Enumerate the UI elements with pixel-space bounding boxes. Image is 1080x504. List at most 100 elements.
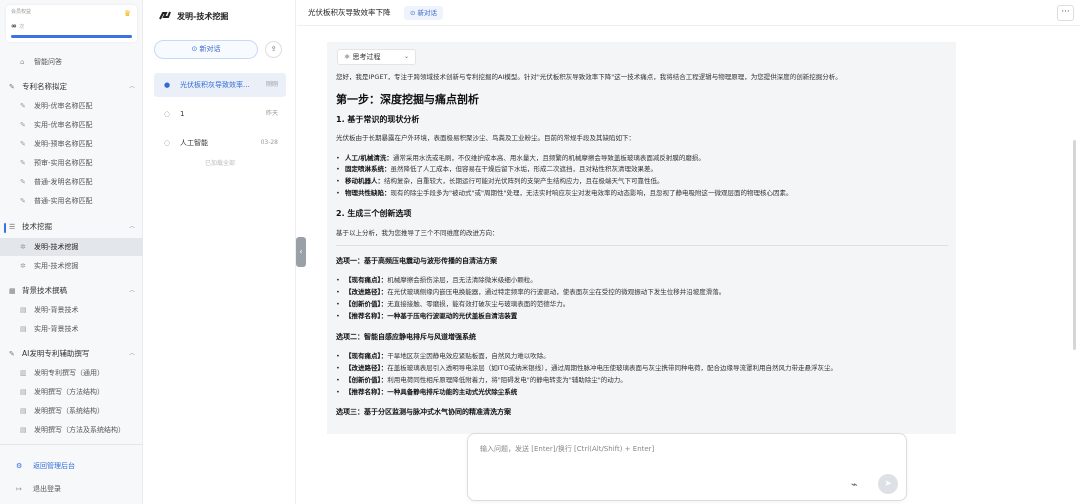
loaded-all-text: 已加载全部 [204,160,235,167]
bullet-item: 【现有痛点】：干旱地区灰尘因静电效应紧贴板面，自然风力难以吹除。 [336,351,550,361]
new-conversation-button[interactable]: ⊙ 新对话 [154,40,258,59]
pen-icon: ✎ [20,121,26,129]
option-heading: 选项二：智能自感应静电排斥与风道增强系统 [336,333,476,341]
sidebar-item-smart-qa[interactable]: ⌂ 智能问答 [0,53,143,71]
plus-icon: ⊙ [410,9,416,17]
sidebar-item-naming-5[interactable]: ✎ 普通-发明名称匹配 [0,173,143,191]
sparkle-icon: ✲ [20,262,26,270]
logout-icon: ↦ [16,485,22,493]
logout-link[interactable]: ↦ 退出登录 [0,480,143,498]
chevron-up-icon: ︿ [128,83,135,90]
grid-icon: ▦ [9,287,16,295]
sidebar-group-background[interactable]: ▦ 背景技术撰稿 ︿ [0,282,143,300]
chevron-down-icon: ⌄ [403,53,409,60]
sidebar-item-naming-6[interactable]: ✎ 普通-实用名称匹配 [0,192,143,210]
sidebar-divider [0,444,143,445]
chat-icon: ⊙ [191,45,198,53]
sidebar-group-naming[interactable]: ✎ 专利名称拟定 ︿ [0,78,143,96]
sidebar-item-naming-1[interactable]: ✎ 发明-优审名称匹配 [0,97,143,115]
crown-icon: ♛ [123,9,131,18]
send-icon: ➤ [884,479,892,489]
section-heading: 1. 基于常识的现状分析 [336,115,420,124]
bullet-item: 【推荐名称】：一种具备静电排斥功能的主动式光伏除尘系统 [336,387,517,397]
conversation-item[interactable]: ● 光伏板积灰导致效率... 刚刚 [154,73,286,97]
document-icon: ▤ [20,388,27,396]
bullet-item: 物理共性缺陷：现有的除尘手段多为"被动式"或"周期性"处理，无法实时响应灰尘对发… [336,188,792,198]
conversation-item[interactable]: ◌ 人工智能 03-28 [154,131,286,155]
sidebar-group-ai-writing[interactable]: ✎ AI发明专利辅助撰写 ︿ [0,345,143,363]
sidebar-item-utility-mining[interactable]: ✲ 实用-技术挖掘 [0,257,143,275]
chat-bubble-icon: ● [164,81,171,89]
document-icon: ▤ [20,407,27,415]
sidebar-item-naming-4[interactable]: ✎ 预审-实用名称匹配 [0,154,143,172]
sidebar-item-bg-utility[interactable]: ▤ 实用-背景技术 [0,320,143,338]
document-icon: ▤ [20,306,27,314]
assistant-message: ⚛ 思考过程 ⌄ 您好，我是IPGET，专注于跨领域技术创新与专利挖掘的AI模型。… [327,42,956,434]
chat-header: 光伏板积灰导致效率下降 ⊙ 新对话 ··· [297,0,1080,26]
pen-icon: ✎ [9,83,15,91]
member-quota: ∞ 次 [11,22,25,30]
chat-input-placeholder: 输入问题，发送 [Enter]/换行 [Ctrl(Alt/Shift) + En… [480,445,655,453]
paperclip-icon[interactable]: ⌁ [851,478,858,491]
sidebar-item-naming-2[interactable]: ✎ 实用-优审名称匹配 [0,116,143,134]
sparkle-icon: ✲ [20,243,26,251]
sidebar-item-writing-method[interactable]: ▤ 发明撰写（方法结构） [0,383,143,401]
member-label: 会员权益 [11,9,32,15]
section-heading: 2. 生成三个创新选项 [336,209,412,218]
bullet-item: 【改进路径】：在盖板玻璃表层引入透明导电涂层（如ITO或纳米银线），通过周期性脉… [336,363,837,373]
paragraph: 基于以上分析，我为您推导了三个不同维度的改进方向： [336,229,499,237]
panel-title: 发明-技术挖掘 [159,10,228,24]
member-card: 会员权益 ♛ ∞ 次 [6,5,137,42]
conversation-panel: 发明-技术挖掘 ⊙ 新对话 ⇪ ● 光伏板积灰导致效率... 刚刚 ◌ 1 昨天 ◌ 人工… [143,0,296,504]
new-conversation-tag[interactable]: ⊙ 新对话 [404,6,444,20]
bullet-item: 【创新价值】：利用电荷同性相斥原理降低附着力，将"阻碍发电"的静电转变为"辅助除… [336,375,627,385]
bullet-item: 【创新价值】：无直接接触、零磨损，能有效打破灰尘与玻璃表面的范德华力。 [336,299,569,309]
divider [336,245,948,246]
option-heading: 选项三：基于分区监测与脉冲式水气协同的精准清洗方案 [336,408,511,416]
option-heading: 选项一：基于高频压电震动与波形传播的自清洁方案 [336,257,497,265]
chevron-up-icon: ︿ [128,287,135,294]
home-icon: ⌂ [20,58,25,66]
send-button[interactable]: ➤ [878,474,898,494]
sidebar-item-bg-invention[interactable]: ▤ 发明-背景技术 [0,301,143,319]
sidebar-item-writing-general[interactable]: ▥ 发明专利撰写（通用） [0,364,143,382]
list-icon: ☰ [9,223,16,231]
chat-main: 光伏板积灰导致效率下降 ⊙ 新对话 ··· ⚛ 思考过程 ⌄ 您好，我是IPGET… [297,0,1080,504]
bullet-item: 固定喷淋系统：虽然降低了人工成本，但容易在干燥后留下水垢，形成二次遮挡，且对粘性… [336,164,657,174]
chat-input-box[interactable]: 输入问题，发送 [Enter]/换行 [Ctrl(Alt/Shift) + En… [467,433,907,501]
more-options-button[interactable]: ··· [1057,5,1074,21]
document-icon: ▤ [20,325,27,333]
pen-icon: ✎ [20,102,26,110]
chat-title: 光伏板积灰导致效率下降 [308,8,391,17]
pen-icon: ✎ [9,350,15,358]
intro-text: 您好，我是IPGET，专注于跨领域技术创新与专利挖掘的AI模型。针对"光伏板积灰… [336,73,842,81]
thinking-process-toggle[interactable]: ⚛ 思考过程 ⌄ [337,49,416,65]
sidebar-item-writing-method-system[interactable]: ▤ 发明撰写（方法及系统结构） [0,421,143,439]
sidebar-item-invention-mining[interactable]: ✲ 发明-技术挖掘 [0,238,143,256]
export-button[interactable]: ⇪ [265,41,282,58]
bullet-item: 人工/机械清洗：通常采用水洗或毛刷，不仅维护成本高、用水量大，且频繁的机械摩擦会… [336,153,705,163]
app-logo-icon [159,11,171,20]
sidebar-group-mining[interactable]: ☰ 技术挖掘 ︿ [0,218,143,236]
nav-sidebar: 会员权益 ♛ ∞ 次 ⌂ 智能问答 ✎ 专利名称拟定 ︿ ✎ 发明-优审名称匹配 ✎ 实用… [0,0,143,504]
sidebar-item-naming-3[interactable]: ✎ 发明-预审名称匹配 [0,135,143,153]
bullet-item: 【改进路径】：在光伏玻璃侧缘内嵌压电换能器，通过特定频率的行波驱动，使表面灰尘在… [336,287,725,297]
paragraph: 光伏板由于长期暴露在户外环境，表面极易积聚沙尘、鸟粪及工业粉尘。目前的常规手段及… [336,134,635,142]
usage-progress-bar [11,35,132,38]
scrollbar[interactable] [1073,140,1076,350]
export-icon: ⇪ [270,45,277,53]
book-icon: ▥ [20,369,27,377]
atom-icon: ⚛ [344,53,351,61]
sidebar-item-writing-system[interactable]: ▤ 发明撰写（系统结构） [0,402,143,420]
chevron-up-icon: ︿ [128,350,135,357]
bullet-item: 移动机器人：结构复杂，自重较大，长期运行可能对光伏阵列的支架产生结构应力，且在极… [336,176,664,186]
pen-icon: ✎ [20,159,26,167]
pen-icon: ✎ [20,140,26,148]
pen-icon: ✎ [20,197,26,205]
conversation-item[interactable]: ◌ 1 昨天 [154,102,286,126]
gear-icon: ⚙ [16,462,23,470]
chevron-up-icon: ︿ [128,223,135,230]
chat-bubble-icon: ◌ [164,110,171,118]
bullet-item: 【现有痛点】：机械摩擦会损伤涂层，且无法清除微米级细小颗粒。 [336,275,537,285]
admin-link[interactable]: ⚙ 返回管理后台 [0,457,143,475]
